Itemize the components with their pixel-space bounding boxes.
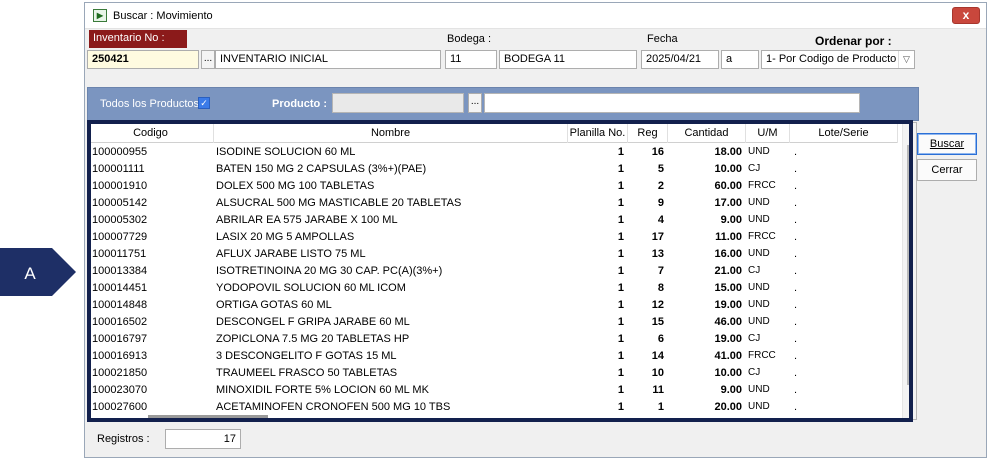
filter-bar: Todos los Productos ✓ Producto : ...: [87, 87, 919, 121]
registros-label: Registros :: [97, 433, 150, 445]
inventario-no-field[interactable]: 250421: [87, 50, 199, 69]
annotation-frame-a: [87, 120, 913, 422]
todos-productos-label: Todos los Productos: [100, 98, 200, 110]
producto-desc-field[interactable]: [484, 93, 860, 113]
cerrar-button-label: Cerrar: [931, 164, 963, 176]
inventario-desc-field: INVENTARIO INICIAL: [215, 50, 441, 69]
bodega-code-field[interactable]: 11: [445, 50, 497, 69]
buscar-button-label: Buscar: [929, 138, 965, 150]
fecha-label: Fecha: [647, 33, 678, 45]
close-button[interactable]: x: [952, 7, 980, 24]
window-title: Buscar : Movimiento: [113, 10, 213, 22]
inventario-label: Inventario No :: [89, 30, 187, 48]
ordenar-select[interactable]: 1- Por Codigo de Producto ▽: [761, 50, 915, 69]
inventario-lookup-button[interactable]: ...: [201, 50, 215, 69]
annotation-badge-label: A: [24, 264, 36, 283]
ordenar-select-value: 1- Por Codigo de Producto: [766, 53, 897, 65]
annotation-badge-a: A: [0, 248, 76, 296]
ordenar-label: Ordenar por :: [815, 34, 892, 48]
cerrar-button[interactable]: Cerrar: [917, 159, 977, 181]
producto-label: Producto :: [272, 98, 327, 110]
app-icon: ▶: [93, 9, 107, 22]
bodega-name-field: BODEGA 11: [499, 50, 637, 69]
registros-count: 17: [165, 429, 241, 449]
fecha-to-field[interactable]: a: [721, 50, 759, 69]
producto-code-field[interactable]: [332, 93, 464, 113]
todos-productos-checkbox[interactable]: ✓: [198, 97, 210, 109]
fecha-from-field[interactable]: 2025/04/21: [641, 50, 719, 69]
chevron-down-icon: ▽: [898, 51, 914, 68]
bodega-label: Bodega :: [447, 33, 492, 45]
title-bar: ▶ Buscar : Movimiento x: [85, 3, 986, 29]
producto-lookup-button[interactable]: ...: [468, 93, 482, 113]
buscar-button[interactable]: Buscar: [917, 133, 977, 155]
